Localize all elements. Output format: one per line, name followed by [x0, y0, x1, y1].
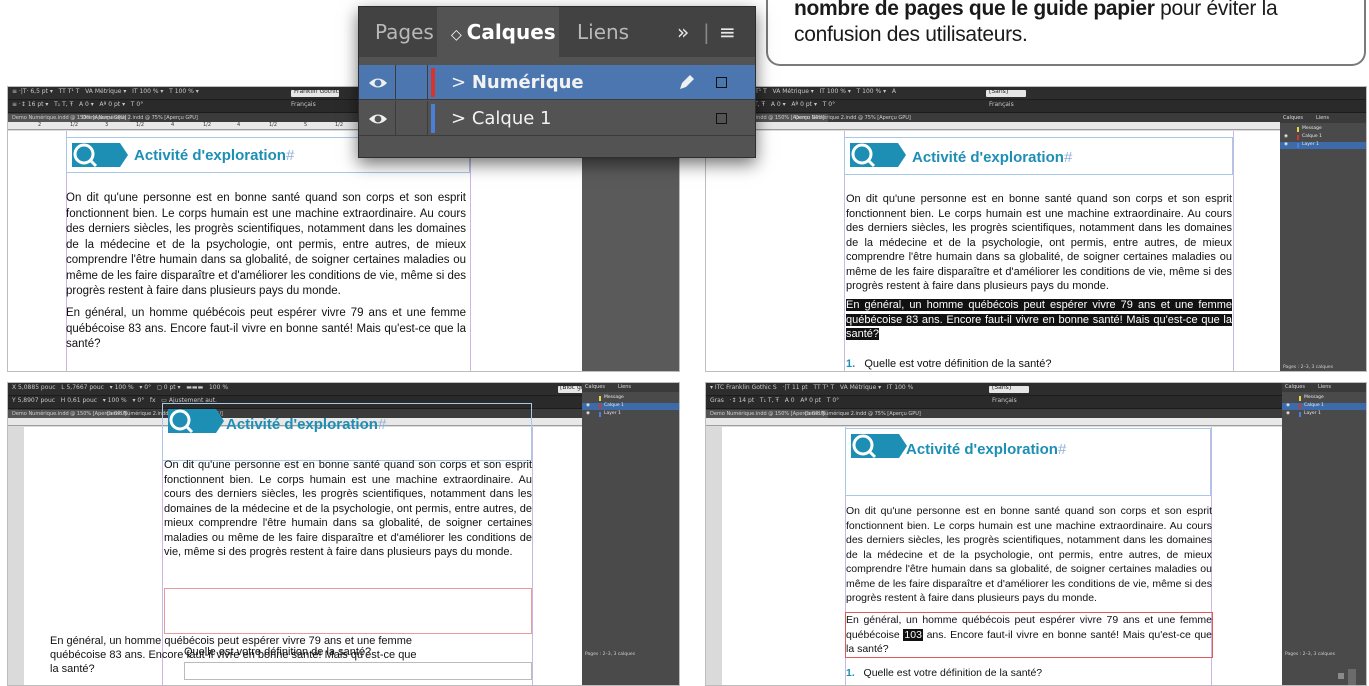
layer-select-box[interactable] — [716, 113, 727, 124]
mini-panel-footer-4: Pages : 2–3, 3 calques — [1285, 652, 1336, 657]
layer-row-numerique[interactable]: > Numérique — [359, 65, 755, 100]
body-paragraph-1d[interactable]: On dit qu'une personne est en bonne sant… — [846, 504, 1212, 606]
screenshot-bottom-right: ▾ ITC Franklin Gothic S ·|T 11 pt TT T¹ … — [705, 382, 1367, 686]
panel-expand-icon[interactable]: » — [677, 7, 689, 57]
callout-text: nombre de pages que le guide papier pour… — [794, 0, 1354, 48]
edited-age-number[interactable]: 103 — [903, 628, 923, 641]
mini-layer-layer1[interactable]: Layer 1 — [1302, 142, 1319, 147]
mini-layer-message-3[interactable]: Message — [604, 395, 624, 400]
magnifier-logo-icon — [851, 434, 907, 459]
pen-icon — [680, 75, 694, 89]
layers-panel-tabs: Pages ◇ Calques Liens » | ≡ — [359, 7, 755, 57]
selected-paragraph[interactable]: En général, un homme québécois peut espé… — [846, 298, 1232, 342]
callout-bold: nombre de pages que le guide papier — [794, 0, 1155, 20]
mini-layer-message-4[interactable]: Message — [1304, 395, 1324, 400]
panel-menu-icon[interactable]: ≡ — [719, 7, 736, 57]
edited-paragraph[interactable]: En général, un homme québécois peut espé… — [846, 613, 1212, 657]
magnifier-logo-icon — [168, 409, 224, 434]
mini-layer-message[interactable]: Message — [1302, 126, 1322, 131]
body-paragraph-1b[interactable]: On dit qu'une personne est en bonne sant… — [846, 192, 1232, 294]
exploration-title-2: Activité d'exploration — [912, 149, 1064, 166]
char-style-menu-4[interactable]: [Sans] — [992, 384, 1011, 391]
screenshot-top-right: TT T¹ T VA Métrique ▾ IT 100 % ▾ T 100 %… — [705, 86, 1367, 372]
layer-name: > Numérique — [451, 72, 584, 93]
mini-tab-liens-4[interactable]: Liens — [1318, 384, 1331, 390]
instruction-callout: nombre de pages que le guide papier pour… — [766, 0, 1366, 66]
scroll-corner-icon — [1338, 669, 1356, 685]
mini-layer-layer1-3[interactable]: Layer 1 — [604, 411, 621, 416]
magnifier-logo-icon — [72, 143, 128, 168]
title-hash-mark: # — [285, 147, 295, 164]
layer-select-box[interactable] — [716, 77, 727, 88]
layers-mini-panel: Calques Liens Message ◉ Calque 1 ◉ Layer 1 … — [1280, 114, 1366, 371]
mini-tab-calques-4[interactable]: Calques — [1285, 384, 1305, 390]
title-hash-mark-3: # — [377, 416, 387, 433]
tab-liens[interactable]: Liens — [577, 7, 629, 57]
mini-tab-calques[interactable]: Calques — [1283, 115, 1303, 121]
eye-icon[interactable] — [367, 73, 389, 93]
mini-layer-calque1-3[interactable]: Calque 1 — [604, 403, 624, 408]
exploration-title-3: Activité d'exploration — [226, 416, 378, 433]
body-paragraph-1[interactable]: On dit qu'une personne est en bonne sant… — [66, 191, 466, 300]
tab-calques[interactable]: ◇ Calques — [437, 7, 559, 57]
exploration-title: Activité d'exploration — [134, 147, 286, 164]
font-menu[interactable]: Franklin Gothic — [294, 88, 339, 95]
sort-chevron-icon: ◇ — [451, 27, 467, 43]
question-overlap[interactable]: Quelle est votre définition de la santé? — [184, 646, 371, 658]
eye-icon[interactable] — [367, 109, 389, 129]
callout-line2: confusion des utilisateurs. — [794, 23, 1028, 46]
char-style-menu[interactable]: [Sans] — [989, 88, 1008, 95]
tab-pages[interactable]: Pages — [375, 7, 434, 57]
layer-color-swatch — [431, 104, 435, 133]
tab-doc-b[interactable]: Demo Numérique 2.indd @ 75% [Aperçu GPU] — [791, 114, 915, 122]
mini-tab-liens[interactable]: Liens — [1316, 115, 1329, 121]
body-paragraph-2[interactable]: En général, un homme québécois peut espé… — [66, 306, 466, 353]
body-paragraph-1c[interactable]: On dit qu'une personne est en bonne sant… — [164, 458, 532, 560]
layer-color-swatch — [431, 68, 435, 97]
mini-layer-calque1[interactable]: Calque 1 — [1302, 134, 1322, 139]
exploration-title-4: Activité d'exploration — [906, 441, 1058, 458]
mini-layer-layer1-4[interactable]: Layer 1 — [1304, 411, 1321, 416]
language-menu-4[interactable]: Français — [992, 397, 1017, 404]
tab-doc-2[interactable]: Demo Numérique 2.indd @ 75% [Aperçu GPU] — [78, 114, 202, 122]
language-menu-2[interactable]: Français — [989, 101, 1014, 108]
layers-panel: Pages ◇ Calques Liens » | ≡ > Numérique … — [358, 6, 756, 158]
screenshot-bottom-left: X 5,0885 pouc L 5,7667 pouc ▾ 100 % ▾ 0°… — [7, 382, 680, 686]
disclosure-arrow-icon[interactable]: > — [451, 108, 472, 129]
layer-name: > Calque 1 — [451, 108, 552, 129]
title-hash-mark-2: # — [1063, 149, 1073, 166]
mini-panel-footer: Pages : 2–3, 3 calques — [1283, 365, 1334, 370]
title-hash-mark-4: # — [1057, 441, 1067, 458]
language-menu[interactable]: Français — [291, 101, 316, 108]
mini-panel-footer-3: Pages : 2–3, 3 calques — [585, 652, 636, 657]
tab-doc-f[interactable]: Demo Numérique 2.indd @ 75% [Aperçu GPU] — [801, 410, 925, 418]
magnifier-logo-icon — [850, 143, 906, 168]
question-1-4[interactable]: Quelle est votre définition de la santé? — [864, 667, 1043, 679]
question-1[interactable]: Quelle est votre définition de la santé? — [864, 358, 1051, 370]
question-number-4: 1. — [846, 667, 855, 679]
right-pasteboard — [582, 131, 679, 371]
mini-layer-calque1-4[interactable]: Calque 1 — [1304, 403, 1324, 408]
callout-line1: pour éviter la — [1154, 0, 1278, 20]
mini-tab-calques-3[interactable]: Calques — [585, 384, 605, 390]
question-number: 1. — [846, 358, 856, 370]
disclosure-arrow-icon[interactable]: > — [451, 72, 472, 93]
mini-tab-liens-3[interactable]: Liens — [618, 384, 631, 390]
layer-row-calque-1[interactable]: > Calque 1 — [359, 101, 755, 136]
